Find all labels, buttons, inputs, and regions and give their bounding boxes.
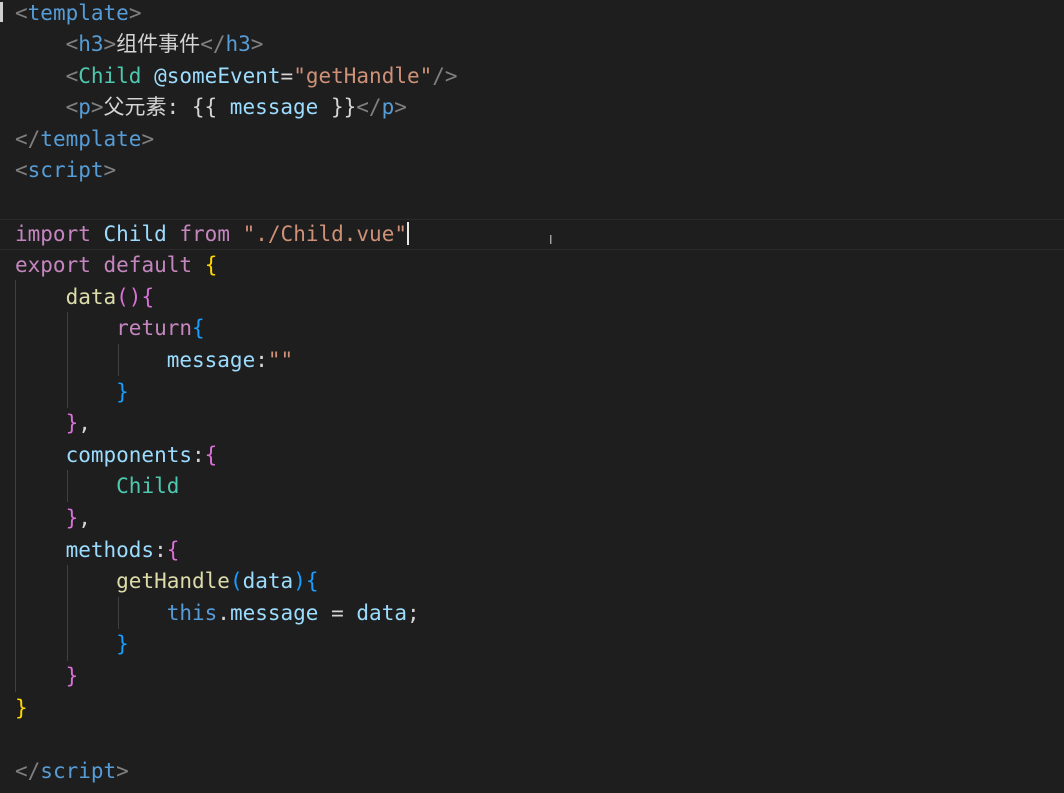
tag-bracket: < [15,1,28,25]
brace: } [65,664,79,688]
attr-value: "getHandle" [293,64,433,88]
brace: { [141,285,155,309]
tag-bracket: > [103,158,117,182]
property-key: components [65,443,193,467]
code-line-13[interactable]: } [15,377,129,409]
code-line-22[interactable]: } [15,661,79,693]
comma: , [78,506,91,530]
tag-name: h3 [225,32,251,56]
property: message [229,601,319,625]
mustache-var: message [229,95,319,119]
brace: } [65,411,79,435]
function-name: getHandle [116,569,230,593]
code-line-14[interactable]: }, [15,408,91,440]
brace: } [15,696,28,720]
tag-bracket: </ [15,759,41,783]
parameter: data [242,569,294,593]
text-cursor [407,222,409,245]
mustache-close: }} [330,95,357,119]
brace: } [116,632,129,656]
tag-bracket: > [116,759,129,783]
brace: { [204,253,218,277]
parens: () [116,285,142,309]
code-line-25[interactable]: </script> [15,756,129,788]
identifier: Child [103,222,167,246]
code-line-15[interactable]: components:{ [15,440,218,472]
tag-name: template [40,127,142,151]
dot: . [217,601,230,625]
text-content: 组件事件 [116,32,201,56]
brace: } [65,506,79,530]
paren: ( [229,569,243,593]
code-line-4[interactable]: <p>父元素: {{ message }}</p> [15,92,407,124]
tag-bracket: < [15,158,28,182]
tag-name: h3 [78,32,104,56]
code-line-2[interactable]: <h3>组件事件</h3> [15,29,264,61]
keyword: return [116,316,193,340]
text-content: 父元素: [103,95,192,119]
code-line-1[interactable]: <template> [15,0,141,30]
tag-name: template [27,1,129,25]
mouse-ibeam-icon: I [549,233,553,247]
code-line-10[interactable]: data(){ [15,282,155,314]
line-indicator [0,2,3,22]
tag-name: script [40,759,117,783]
event-attr: @someEvent [154,64,281,88]
code-line-6[interactable]: <script> [15,155,116,187]
code-line-5[interactable]: </template> [15,124,154,156]
code-line-9[interactable]: export default { [15,250,217,282]
tag-open: <p> [65,95,104,119]
keyword: import [15,222,91,246]
function-name: data [65,285,117,309]
tag-close: </p> [356,95,407,119]
code-line-18[interactable]: methods:{ [15,535,180,567]
semicolon: ; [406,601,420,625]
code-line-8[interactable]: import Child from "./Child.vue" [15,219,409,251]
keyword: from [179,222,230,246]
code-line-12[interactable]: message:"" [15,345,293,377]
colon: : [154,538,167,562]
tag-bracket: > [128,1,142,25]
tag-bracket: /> [432,64,458,88]
string-literal: "" [267,348,294,372]
brace: { [204,443,218,467]
code-line-23[interactable]: } [15,693,28,725]
component-ref: Child [116,474,180,498]
paren: ) [293,569,306,593]
code-line-11[interactable]: return{ [15,313,205,345]
mustache-open: {{ [191,95,218,119]
code-line-20[interactable]: this.message = data; [15,598,420,630]
code-line-3[interactable]: <Child @someEvent="getHandle"/> [15,61,458,93]
brace: { [166,538,180,562]
colon: : [192,443,205,467]
property-key: message [166,348,256,372]
equals: = [280,64,294,88]
string-literal: "./Child.vue" [242,222,407,246]
brace: { [192,316,205,340]
comma: , [78,411,91,435]
assign: = [318,601,357,625]
property-key: methods [65,538,155,562]
keyword: export [15,253,91,277]
code-line-21[interactable]: } [15,629,129,661]
this-keyword: this [166,601,218,625]
tag-open: <h3> [65,32,117,56]
code-line-19[interactable]: getHandle(data){ [15,566,319,598]
code-line-17[interactable]: }, [15,503,91,535]
colon: : [255,348,268,372]
tag-name: p [381,95,395,119]
tag-close: </h3> [200,32,264,56]
component-name: Child [78,64,142,88]
tag-bracket: </ [15,127,41,151]
tag-bracket: < [65,64,79,88]
identifier: data [356,601,407,625]
brace: } [116,380,129,404]
tag-name: p [78,95,91,119]
code-editor[interactable]: <template> <h3>组件事件</h3> <Child @someEve… [0,0,1064,793]
keyword: default [103,253,193,277]
tag-bracket: > [141,127,155,151]
code-line-16[interactable]: Child [15,471,179,503]
brace: { [305,569,319,593]
tag-name: script [27,158,104,182]
